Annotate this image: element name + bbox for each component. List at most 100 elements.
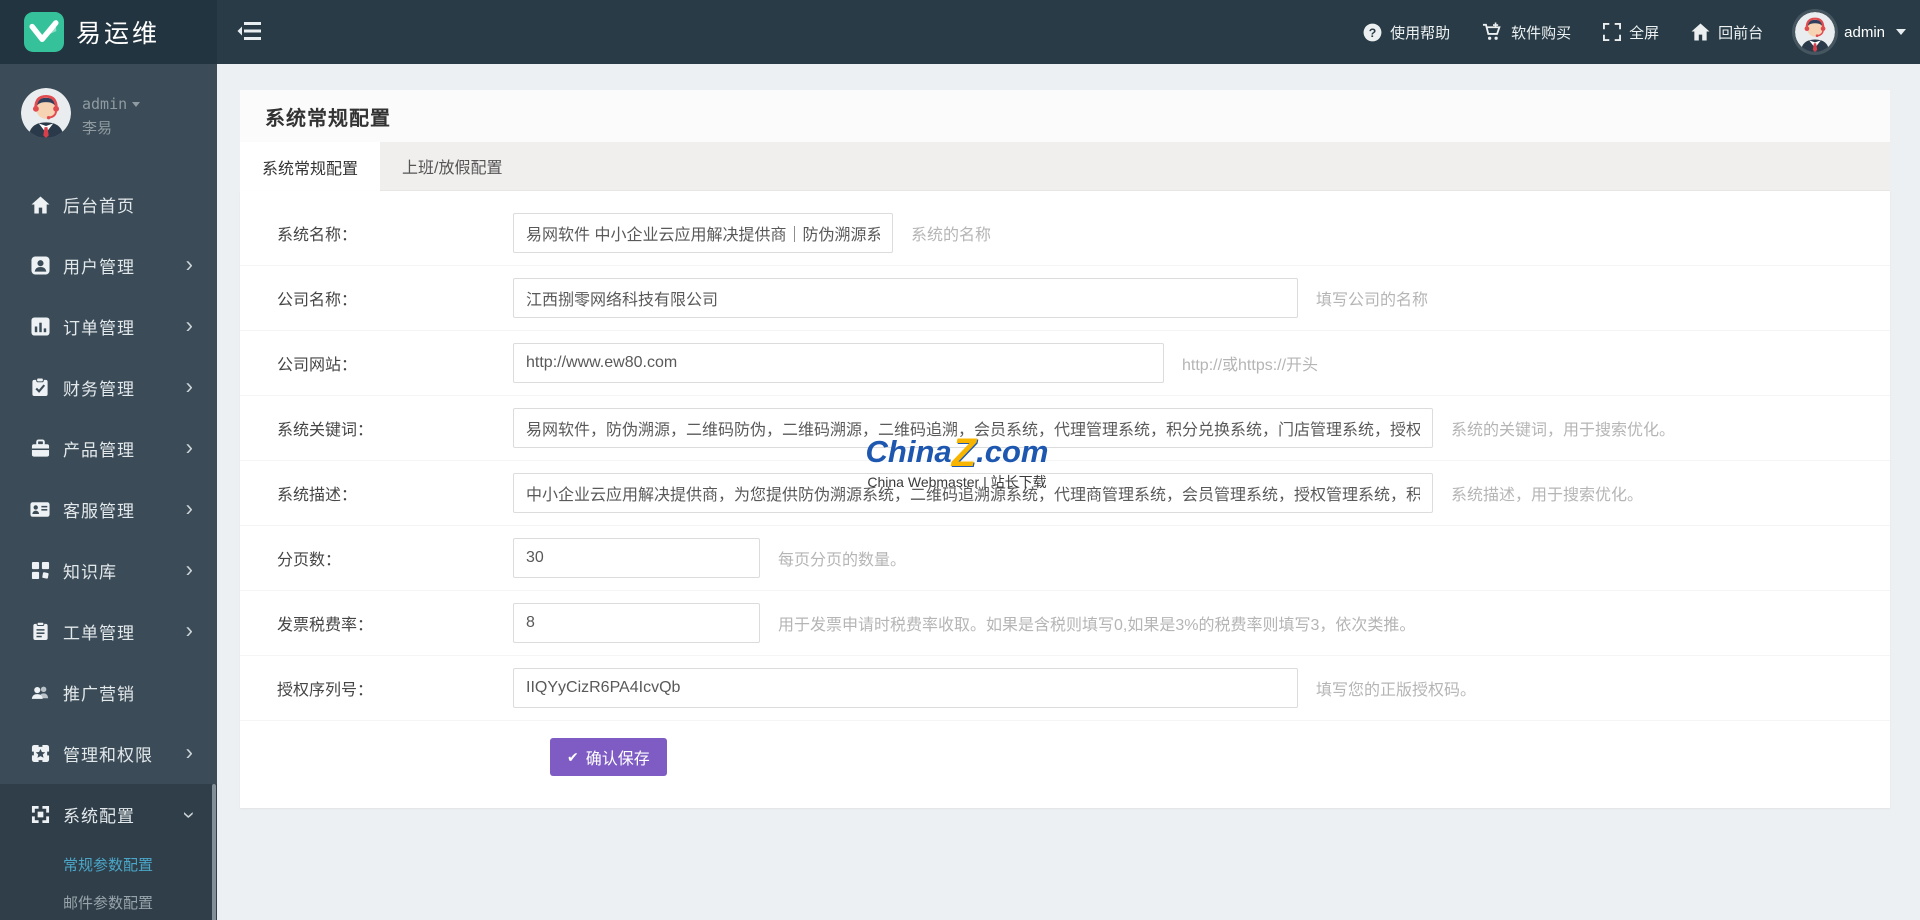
briefcase-icon [30, 439, 50, 459]
sidebar-item-products[interactable]: 产品管理 › [0, 418, 217, 479]
chevron-right-icon: › [185, 312, 193, 338]
sidebar-item-knowledge[interactable]: 知识库 › [0, 540, 217, 601]
bar-chart-icon [30, 317, 50, 337]
user-icon [30, 256, 50, 276]
chevron-right-icon: › [185, 434, 193, 460]
help-icon: ? [1363, 23, 1382, 41]
field-label: 公司名称： [277, 292, 358, 309]
purchase-label: 软件购买 [1511, 24, 1572, 42]
front-site-label: 回前台 [1718, 24, 1764, 42]
submenu-item-general-params[interactable]: 常规参数配置 [0, 845, 217, 883]
check-icon: ✔ [567, 748, 579, 765]
header-user-menu[interactable]: admin [1795, 12, 1906, 52]
fullscreen-label: 全屏 [1629, 24, 1660, 42]
grid-icon [30, 805, 50, 825]
field-label: 分页数： [277, 552, 342, 569]
tab-work-holiday-config[interactable]: 上班/放假配置 [380, 142, 524, 190]
top-header: 易运维 ? 使用帮助 软件购买 全屏 回前台 admin [0, 0, 1920, 64]
clipboard-icon [30, 622, 50, 642]
form-row-company-name: 公司名称： 填写公司的名称 [240, 265, 1890, 330]
sidebar-menu: 后台首页 用户管理 › 订单管理 › 财务管理 › 产品管理 › 客服管理 › … [0, 174, 217, 920]
system-keywords-input[interactable] [513, 408, 1433, 448]
svg-text:?: ? [1369, 25, 1377, 39]
chevron-down-icon [1896, 29, 1906, 35]
page-title: 系统常规配置 [265, 107, 391, 130]
page-size-input[interactable] [513, 538, 760, 578]
home-icon [1691, 23, 1710, 41]
purchase-menu-item[interactable]: 软件购买 [1482, 22, 1571, 43]
header-avatar [1795, 12, 1835, 52]
field-hint: 用于发票申请时税费率收取。如果是含税则填写0,如果是3%的税费率则填写3，依次类… [778, 617, 1416, 634]
main-area: 系统常规配置 系统常规配置 上班/放假配置 系统名称： 系统的名称 公司名称： … [217, 64, 1920, 920]
home-icon [30, 195, 50, 215]
app-root: 易运维 ? 使用帮助 软件购买 全屏 回前台 admin admin 李易 后台… [0, 0, 1920, 920]
sidebar-item-users[interactable]: 用户管理 › [0, 235, 217, 296]
chevron-right-icon: › [185, 739, 193, 765]
chevron-down-icon: › [177, 810, 203, 819]
config-card: 系统常规配置 系统常规配置 上班/放假配置 系统名称： 系统的名称 公司名称： … [240, 90, 1890, 808]
company-website-input[interactable] [513, 343, 1164, 383]
chevron-right-icon: › [185, 556, 193, 582]
sidebar-item-permissions[interactable]: 管理和权限 › [0, 723, 217, 784]
system-name-input[interactable] [513, 213, 893, 253]
field-label: 系统描述： [277, 487, 358, 504]
logo-text: 易运维 [76, 20, 161, 48]
form-row-invoice-tax: 发票税费率： 用于发票申请时税费率收取。如果是含税则填写0,如果是3%的税费率则… [240, 590, 1890, 655]
form-row-license-serial: 授权序列号： 填写您的正版授权码。 [240, 655, 1890, 720]
fullscreen-menu-item[interactable]: 全屏 [1603, 22, 1659, 43]
field-hint: 填写公司的名称 [1316, 292, 1429, 309]
sidebar-scrollbar[interactable] [212, 784, 216, 920]
sidebar-toggle-icon[interactable] [237, 20, 263, 44]
license-serial-input[interactable] [513, 668, 1298, 708]
page-title-bar: 系统常规配置 [240, 90, 1890, 142]
form-row-page-size: 分页数： 每页分页的数量。 [240, 525, 1890, 590]
submenu-item-mail-params[interactable]: 邮件参数配置 [0, 883, 217, 920]
system-config-submenu: 常规参数配置 邮件参数配置 短信参数配置 [0, 845, 217, 920]
help-menu-item[interactable]: ? 使用帮助 [1363, 22, 1450, 43]
sidebar-item-orders[interactable]: 订单管理 › [0, 296, 217, 357]
form-row-system-name: 系统名称： 系统的名称 [240, 201, 1890, 265]
field-label: 发票税费率： [277, 617, 374, 634]
sidebar-item-system-config[interactable]: 系统配置 › [0, 784, 217, 845]
field-hint: 系统描述，用于搜索优化。 [1451, 487, 1644, 504]
confirm-save-button[interactable]: ✔ 确认保存 [550, 738, 667, 776]
sidebar-avatar[interactable] [21, 88, 71, 138]
sidebar-item-finance[interactable]: 财务管理 › [0, 357, 217, 418]
sidebar-user-panel: admin 李易 [0, 64, 217, 174]
logo[interactable]: 易运维 [0, 0, 217, 64]
field-hint: http://或https://开头 [1182, 357, 1319, 374]
people-icon [30, 683, 50, 703]
system-description-input[interactable] [513, 473, 1433, 513]
chevron-right-icon: › [185, 373, 193, 399]
field-label: 系统关键词： [277, 422, 374, 439]
cart-icon [1483, 22, 1501, 40]
tiles-icon [30, 561, 50, 581]
company-name-input[interactable] [513, 278, 1298, 318]
field-label: 系统名称： [277, 227, 358, 244]
field-label: 公司网站： [277, 357, 358, 374]
field-hint: 填写您的正版授权码。 [1316, 682, 1477, 699]
clipboard-check-icon [30, 378, 50, 398]
front-site-menu-item[interactable]: 回前台 [1691, 22, 1763, 43]
form-row-description: 系统描述： 系统描述，用于搜索优化。 [240, 460, 1890, 525]
chevron-right-icon: › [185, 617, 193, 643]
header-nav: ? 使用帮助 软件购买 全屏 回前台 admin [1363, 0, 1906, 64]
sidebar-item-dashboard[interactable]: 后台首页 [0, 174, 217, 235]
sidebar-username[interactable]: admin [82, 95, 141, 113]
form-row-company-website: 公司网站： http://或https://开头 [240, 330, 1890, 395]
sidebar-item-tickets[interactable]: 工单管理 › [0, 601, 217, 662]
chevron-right-icon: › [185, 495, 193, 521]
chevron-down-icon [132, 101, 141, 107]
form-row-keywords: 系统关键词： 系统的关键词，用于搜索优化。 [240, 395, 1890, 460]
submit-row: ✔ 确认保存 [240, 720, 1890, 808]
sidebar: admin 李易 后台首页 用户管理 › 订单管理 › 财务管理 › 产品管理 … [0, 64, 217, 920]
help-label: 使用帮助 [1390, 24, 1451, 42]
fullscreen-icon [1603, 23, 1622, 41]
tab-general-config[interactable]: 系统常规配置 [240, 142, 381, 191]
sidebar-item-marketing[interactable]: 推广营销 [0, 662, 217, 723]
id-card-icon [30, 500, 50, 520]
invoice-tax-input[interactable] [513, 603, 760, 643]
sidebar-item-support[interactable]: 客服管理 › [0, 479, 217, 540]
field-hint: 系统的名称 [911, 227, 992, 244]
chevron-right-icon: › [185, 251, 193, 277]
